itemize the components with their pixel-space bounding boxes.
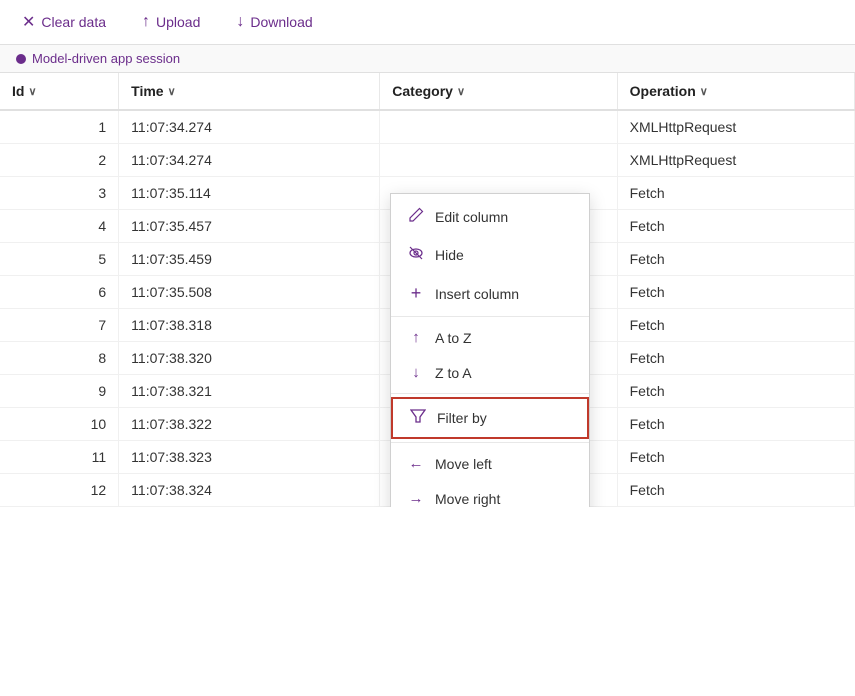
cell-time: 11:07:35.508: [119, 276, 380, 309]
filter-by-icon: [409, 408, 427, 428]
cell-id: 9: [0, 375, 119, 408]
col-id-chevron: ∨: [28, 85, 36, 98]
cell-time: 11:07:35.459: [119, 243, 380, 276]
cell-id: 10: [0, 408, 119, 441]
cell-id: 2: [0, 144, 119, 177]
download-icon: ↓: [236, 13, 244, 31]
edit-column-icon: [407, 207, 425, 227]
menu-item-edit-column[interactable]: Edit column: [391, 198, 589, 236]
cell-id: 11: [0, 441, 119, 474]
cell-operation: Fetch: [617, 375, 854, 408]
cell-time: 11:07:38.323: [119, 441, 380, 474]
move-left-icon: ←: [407, 455, 425, 472]
move-right-label: Move right: [435, 491, 500, 507]
insert-column-label: Insert column: [435, 286, 519, 302]
cell-id: 12: [0, 474, 119, 507]
cell-time: 11:07:35.457: [119, 210, 380, 243]
cell-id: 4: [0, 210, 119, 243]
cell-id: 6: [0, 276, 119, 309]
toolbar: ✕ Clear data ↑ Upload ↓ Download: [0, 0, 855, 45]
cell-time: 11:07:38.322: [119, 408, 380, 441]
table-row: 2 11:07:34.274 XMLHttpRequest: [0, 144, 855, 177]
menu-item-filter-by[interactable]: Filter by: [391, 397, 589, 439]
col-category-chevron: ∨: [457, 85, 465, 98]
session-dot: [16, 54, 26, 64]
z-to-a-icon: ↓: [407, 364, 425, 381]
cell-id: 1: [0, 110, 119, 144]
cell-operation: XMLHttpRequest: [617, 110, 854, 144]
cell-time: 11:07:38.324: [119, 474, 380, 507]
clear-data-label: Clear data: [41, 14, 106, 30]
menu-item-move-right[interactable]: → Move right: [391, 481, 589, 507]
move-left-label: Move left: [435, 456, 492, 472]
clear-data-icon: ✕: [22, 12, 35, 32]
cell-operation: XMLHttpRequest: [617, 144, 854, 177]
col-time-label: Time: [131, 83, 163, 99]
col-header-id[interactable]: Id ∨: [0, 73, 119, 110]
col-header-time[interactable]: Time ∨: [119, 73, 380, 110]
cell-operation: Fetch: [617, 309, 854, 342]
cell-operation: Fetch: [617, 177, 854, 210]
menu-item-z-to-a[interactable]: ↓ Z to A: [391, 355, 589, 390]
cell-time: 11:07:38.318: [119, 309, 380, 342]
upload-icon: ↑: [142, 13, 150, 31]
filter-by-label: Filter by: [437, 410, 487, 426]
cell-id: 5: [0, 243, 119, 276]
cell-id: 3: [0, 177, 119, 210]
upload-label: Upload: [156, 14, 200, 30]
cell-time: 11:07:34.274: [119, 110, 380, 144]
z-to-a-label: Z to A: [435, 365, 472, 381]
column-context-menu: Edit column Hide + Insert column ↑ A to Z ↓ Z t…: [390, 193, 590, 507]
cell-operation: Fetch: [617, 342, 854, 375]
a-to-z-icon: ↑: [407, 329, 425, 346]
table-row: 1 11:07:34.274 XMLHttpRequest: [0, 110, 855, 144]
table-header-row: Id ∨ Time ∨ Category ∨: [0, 73, 855, 110]
cell-operation: Fetch: [617, 441, 854, 474]
a-to-z-label: A to Z: [435, 330, 472, 346]
col-time-chevron: ∨: [168, 85, 176, 98]
menu-divider: [391, 442, 589, 443]
cell-operation: Fetch: [617, 276, 854, 309]
cell-time: 11:07:38.321: [119, 375, 380, 408]
cell-category: [380, 110, 617, 144]
col-operation-label: Operation: [630, 83, 696, 99]
edit-column-label: Edit column: [435, 209, 508, 225]
cell-operation: Fetch: [617, 210, 854, 243]
menu-divider: [391, 393, 589, 394]
menu-item-move-left[interactable]: ← Move left: [391, 446, 589, 481]
cell-operation: Fetch: [617, 243, 854, 276]
download-button[interactable]: ↓ Download: [230, 9, 318, 35]
col-operation-chevron: ∨: [700, 85, 708, 98]
clear-data-button[interactable]: ✕ Clear data: [16, 8, 112, 36]
session-label: Model-driven app session: [32, 51, 180, 66]
upload-button[interactable]: ↑ Upload: [136, 9, 206, 35]
cell-operation: Fetch: [617, 408, 854, 441]
cell-time: 11:07:34.274: [119, 144, 380, 177]
menu-item-hide[interactable]: Hide: [391, 236, 589, 274]
cell-category: [380, 144, 617, 177]
move-right-icon: →: [407, 490, 425, 507]
col-header-category[interactable]: Category ∨: [380, 73, 617, 110]
menu-divider: [391, 316, 589, 317]
cell-id: 7: [0, 309, 119, 342]
insert-column-icon: +: [407, 283, 425, 304]
menu-item-a-to-z[interactable]: ↑ A to Z: [391, 320, 589, 355]
col-category-label: Category: [392, 83, 453, 99]
cell-id: 8: [0, 342, 119, 375]
table-wrapper: Id ∨ Time ∨ Category ∨: [0, 73, 855, 507]
hide-icon: [407, 245, 425, 265]
session-bar: Model-driven app session: [0, 45, 855, 73]
cell-operation: Fetch: [617, 474, 854, 507]
cell-time: 11:07:38.320: [119, 342, 380, 375]
col-id-label: Id: [12, 83, 24, 99]
download-label: Download: [250, 14, 312, 30]
hide-label: Hide: [435, 247, 464, 263]
col-header-operation[interactable]: Operation ∨: [617, 73, 854, 110]
menu-item-insert-column[interactable]: + Insert column: [391, 274, 589, 313]
cell-time: 11:07:35.114: [119, 177, 380, 210]
